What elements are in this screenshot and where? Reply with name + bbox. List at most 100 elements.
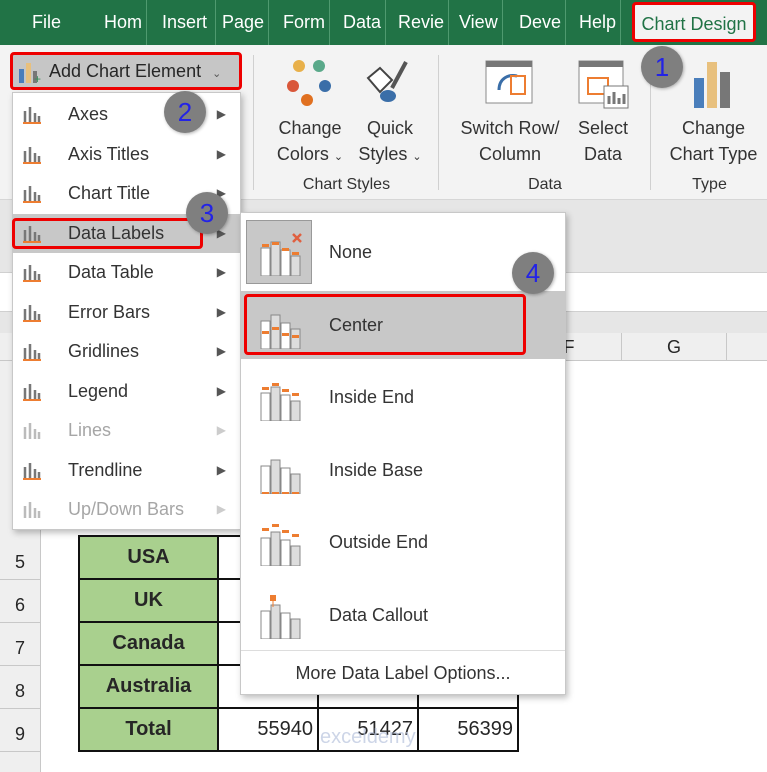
row-header[interactable]: 6 (0, 580, 40, 623)
chevron-down-icon: ⌄ (212, 68, 222, 80)
tab-chart-design[interactable]: Chart Design (632, 2, 756, 42)
step-badge-2: 2 (164, 91, 206, 133)
axes-icon (23, 107, 41, 124)
group-label-chart-styles: Chart Styles (302, 176, 391, 193)
submenu-item-label: Inside Base (329, 459, 424, 480)
submenu-arrow-icon: ▶ (216, 304, 226, 319)
tab-file[interactable]: File (28, 0, 65, 45)
tab-page[interactable]: Page (218, 0, 270, 45)
menu-item-trendline[interactable]: Trendline ▶ (13, 451, 240, 490)
menu-item-up-down-bars: Up/Down Bars ▶ (13, 490, 240, 529)
cell[interactable]: 55940 (217, 707, 319, 752)
change-colors-icon (287, 60, 331, 106)
cell[interactable]: UK (78, 578, 219, 623)
cell[interactable]: 56399 (417, 707, 519, 752)
menu-item-label: Up/Down Bars (68, 499, 185, 519)
trendline-icon (23, 462, 41, 480)
switch-row-column-icon (485, 60, 533, 104)
step-badge-4: 4 (512, 252, 554, 294)
group-label-data: Data (528, 176, 562, 193)
inside-end-label-icon (260, 383, 301, 421)
error-bars-icon (23, 304, 41, 322)
data-table-icon (23, 265, 41, 282)
menu-item-label: Chart Title (68, 183, 151, 203)
quick-styles-icon (366, 61, 408, 102)
menu-item-label: Data Table (68, 262, 154, 282)
menu-item-label: Gridlines (68, 341, 140, 361)
submenu-arrow-icon: ▶ (216, 344, 226, 358)
up-down-bars-icon (23, 502, 41, 518)
submenu-item-label: None (329, 242, 373, 262)
menu-item-gridlines[interactable]: Gridlines ▶ (13, 332, 240, 371)
submenu-item-label: Data Callout (329, 604, 429, 625)
menu-item-error-bars[interactable]: Error Bars ▶ (13, 293, 240, 332)
tab-help[interactable]: Help (575, 0, 622, 45)
menu-item-lines: Lines ▶ (13, 411, 240, 450)
cell[interactable]: Canada (78, 621, 219, 666)
change-colors-button[interactable]: Change Colors ⌄ (265, 115, 355, 170)
menu-item-label: Trendline (68, 459, 143, 480)
cell[interactable]: Australia (78, 664, 219, 709)
select-data-icon (578, 60, 629, 109)
legend-icon (23, 383, 41, 401)
submenu-item-inside-base[interactable]: Inside Base (241, 434, 565, 506)
change-chart-type-button[interactable]: Change Chart Type (660, 115, 767, 167)
step-badge-1: 1 (641, 46, 683, 88)
menu-item-axis-titles[interactable]: Axis Titles ▶ (13, 135, 240, 174)
add-chart-element-label: Add Chart Element (49, 61, 202, 81)
data-callout-label-icon (260, 594, 301, 639)
highlight-data-labels (12, 218, 203, 249)
row-header[interactable]: 7 (0, 623, 40, 666)
column-header-g[interactable]: G (621, 333, 726, 361)
lines-icon (23, 423, 41, 439)
submenu-item-label: Inside End (329, 387, 415, 407)
submenu-item-data-callout[interactable]: Data Callout (241, 579, 565, 651)
tab-data[interactable]: Data (339, 0, 387, 45)
add-chart-element-menu: Axes ▶ Axis Titles ▶ Chart Title ▶ Data Labels… (12, 92, 241, 530)
submenu-item-label: Outside End (329, 532, 429, 552)
gridlines-icon (23, 344, 41, 361)
tab-formulas[interactable]: Form (279, 0, 330, 45)
menu-item-label: Axis Titles (68, 143, 150, 164)
row-header[interactable]: 5 (0, 537, 40, 580)
menu-item-label: Axes (68, 104, 109, 124)
more-data-label-options[interactable]: More Data Label Options... (241, 653, 565, 693)
outside-end-label-icon (260, 524, 301, 566)
add-chart-element-button[interactable]: + Add Chart Element ⌄ (10, 52, 242, 90)
highlight-center (244, 294, 526, 355)
tab-home[interactable]: Hom (100, 0, 148, 45)
svg-text:+: + (34, 72, 41, 83)
menu-item-axes[interactable]: Axes ▶ (13, 95, 240, 134)
switch-row-column-button[interactable]: Switch Row/Column (448, 115, 572, 167)
tab-insert[interactable]: Insert (158, 0, 216, 45)
tab-review[interactable]: Revie (394, 0, 450, 45)
menu-item-label: Lines (68, 420, 112, 440)
submenu-arrow-icon: ▶ (216, 462, 226, 477)
submenu-arrow-icon: ▶ (216, 383, 226, 398)
row-header[interactable]: 9 (0, 709, 40, 752)
table-row: Total 55940 51427 56399 (78, 707, 519, 752)
menu-item-legend[interactable]: Legend ▶ (13, 372, 240, 411)
submenu-item-inside-end[interactable]: Inside End (241, 361, 565, 433)
menu-item-label: Error Bars (68, 301, 151, 322)
row-header[interactable]: 8 (0, 666, 40, 709)
submenu-arrow-icon: ▶ (216, 423, 226, 437)
tab-view[interactable]: View (455, 0, 503, 45)
menu-item-data-table[interactable]: Data Table ▶ (13, 253, 240, 292)
menu-item-label: Legend (68, 380, 129, 401)
watermark-logo: exceldemy (320, 726, 416, 748)
cell[interactable]: USA (78, 535, 219, 580)
step-badge-3: 3 (186, 192, 228, 234)
tab-developer[interactable]: Deve (515, 0, 567, 45)
submenu-arrow-icon: ▶ (216, 107, 226, 121)
cell[interactable]: Total (78, 707, 219, 752)
quick-styles-button[interactable]: Quick Styles ⌄ (345, 115, 435, 170)
submenu-item-outside-end[interactable]: Outside End (241, 506, 565, 578)
inside-base-label-icon (260, 459, 301, 494)
add-chart-element-icon: + (19, 63, 41, 83)
change-chart-type-icon (694, 62, 730, 108)
axis-titles-icon (23, 146, 41, 164)
select-data-button[interactable]: Select Data (570, 115, 636, 167)
submenu-arrow-icon: ▶ (216, 265, 226, 279)
chart-title-icon (23, 186, 41, 203)
